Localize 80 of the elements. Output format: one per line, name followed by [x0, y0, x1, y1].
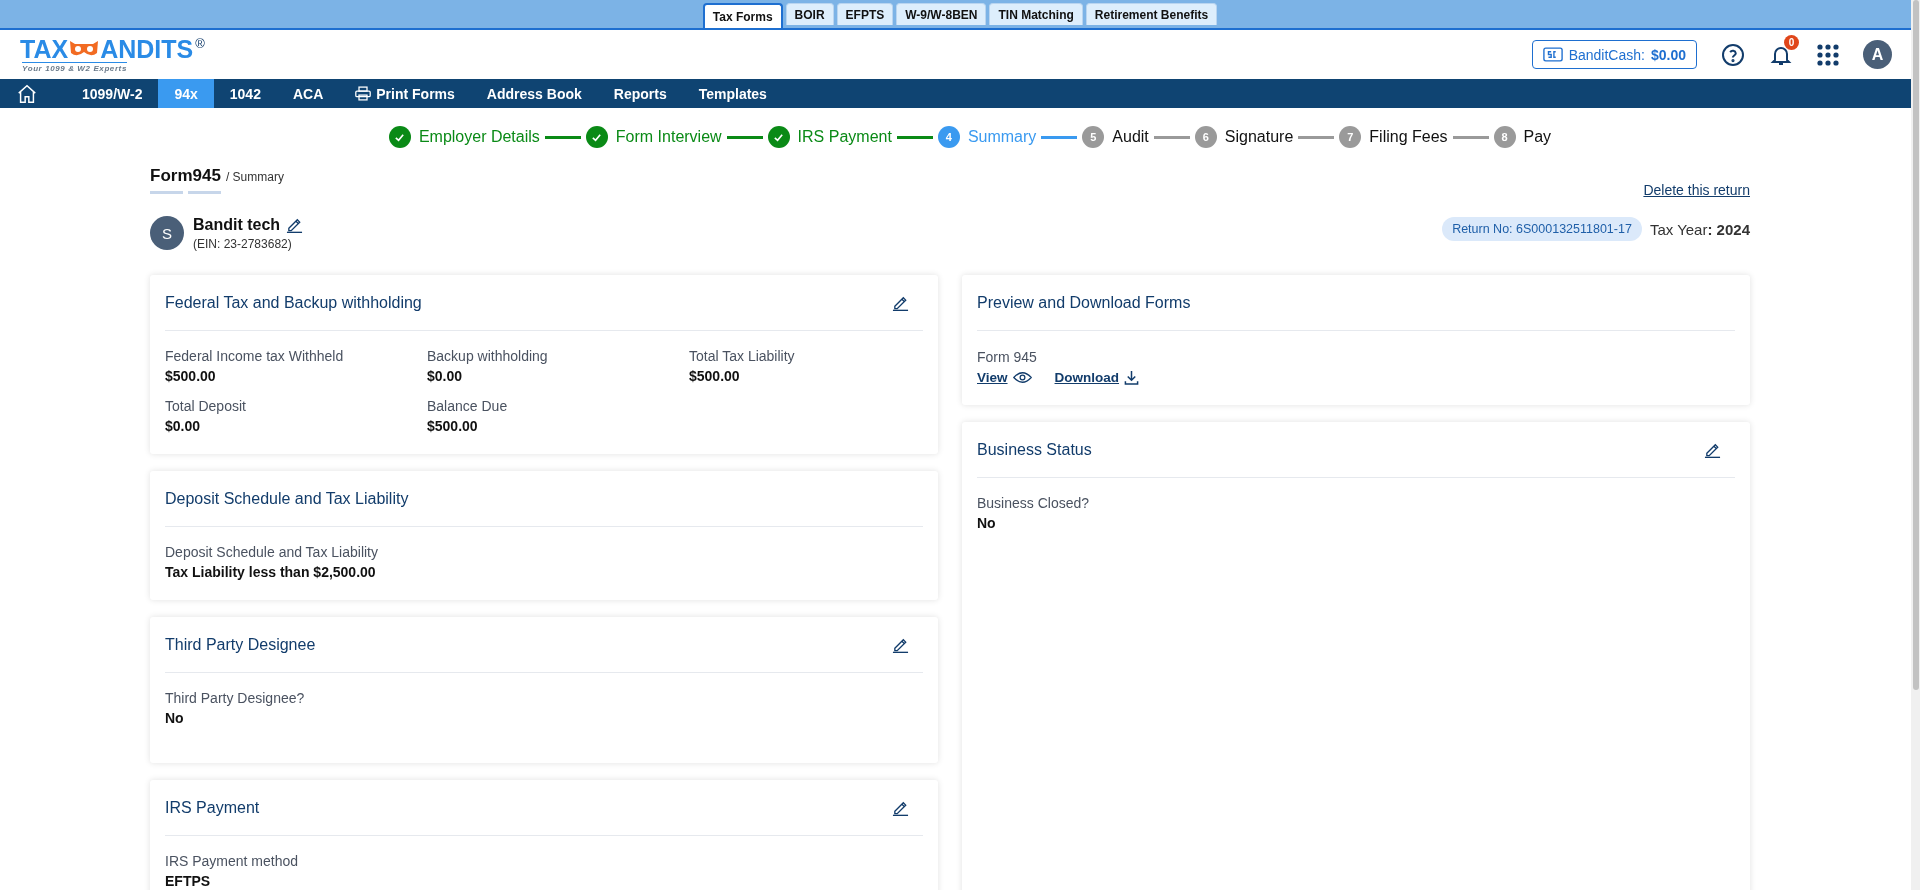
eye-icon[interactable]: [1012, 371, 1032, 384]
field-label: IRS Payment method: [165, 853, 300, 869]
printer-icon: [355, 86, 372, 101]
step-number: 7: [1339, 126, 1362, 148]
field-label: Balance Due: [427, 398, 509, 414]
return-number-badge: Return No: 6S000132511801-17: [1442, 217, 1642, 241]
logo-text: TAX: [20, 36, 69, 62]
field-value: EFTPS: [165, 873, 212, 889]
edit-icon[interactable]: [286, 216, 304, 233]
form-title: Form945: [150, 166, 221, 186]
product-tab[interactable]: BOIR: [785, 3, 834, 25]
edit-icon[interactable]: [1704, 441, 1721, 458]
nav-tab[interactable]: Print Forms: [339, 79, 471, 108]
home-icon: [16, 82, 38, 105]
field-label: Total Tax Liability: [689, 348, 796, 364]
field-value: $500.00: [689, 368, 741, 384]
field-label: Deposit Schedule and Tax Liability: [165, 544, 379, 560]
card-title: Business Status: [977, 440, 1092, 459]
nav-tab[interactable]: Templates: [682, 79, 783, 108]
payer-avatar: S: [150, 216, 184, 250]
step-label[interactable]: IRS Payment: [797, 128, 892, 146]
field-value: $500.00: [165, 368, 217, 384]
step-number: 4: [937, 126, 960, 148]
nav-tab[interactable]: ACA: [276, 79, 340, 108]
breadcrumb: / Summary: [225, 170, 284, 184]
step-number: 8: [1493, 126, 1516, 148]
edit-icon[interactable]: [892, 799, 909, 816]
delete-return-link[interactable]: Delete this return: [1643, 182, 1750, 198]
field-label: Federal Income tax Withheld: [165, 348, 345, 364]
card-title: Preview and Download Forms: [977, 293, 1191, 312]
card-title: Third Party Designee: [165, 635, 316, 654]
cash-icon: [1542, 47, 1563, 62]
scrollbar[interactable]: [1911, 0, 1920, 890]
field-value: $0.00: [427, 368, 464, 384]
step-label[interactable]: Filing Fees: [1369, 128, 1448, 146]
card-title: Federal Tax and Backup withholding: [165, 293, 422, 312]
apps-grid-icon[interactable]: [1817, 43, 1839, 66]
payer-name: Bandit tech: [193, 215, 281, 234]
view-link[interactable]: View: [977, 370, 1008, 385]
step-label[interactable]: Form Interview: [615, 128, 722, 146]
product-tab[interactable]: EFPTS: [836, 3, 894, 25]
field-label: Form 945: [977, 349, 1037, 365]
nav-tab[interactable]: 1099/W-2: [66, 79, 159, 108]
nav-tab[interactable]: Address Book: [470, 79, 598, 108]
nav-tab[interactable]: Reports: [597, 79, 683, 108]
edit-icon[interactable]: [892, 294, 909, 311]
field-value: No: [165, 710, 185, 726]
logo-tagline: Your 1099 & W2 Experts: [22, 62, 127, 73]
tax-year: Tax Year: 2024: [1649, 220, 1750, 238]
step-label[interactable]: Pay: [1523, 128, 1552, 146]
field-value: $0.00: [165, 418, 202, 434]
edit-icon[interactable]: [892, 636, 909, 653]
field-value: $500.00: [427, 418, 479, 434]
card-title: IRS Payment: [165, 798, 260, 817]
step-number: 5: [1082, 126, 1105, 148]
field-label: Backup withholding: [427, 348, 549, 364]
field-label: Business Closed?: [977, 495, 1091, 511]
field-value: Tax Liability less than $2,500.00: [165, 564, 377, 580]
download-icon[interactable]: [1124, 370, 1140, 385]
step-label[interactable]: Employer Details: [418, 128, 540, 146]
field-value: No: [977, 515, 997, 531]
logo-text: ANDITS: [100, 36, 194, 62]
field-label: Total Deposit: [165, 398, 247, 414]
product-tab[interactable]: Retirement Benefits: [1085, 3, 1218, 25]
user-avatar[interactable]: A: [1863, 40, 1892, 69]
card-title: Deposit Schedule and Tax Liability: [165, 489, 409, 508]
download-link[interactable]: Download: [1054, 370, 1120, 385]
field-label: Third Party Designee?: [165, 690, 306, 706]
step-label[interactable]: Audit: [1112, 128, 1149, 146]
product-tab[interactable]: Tax Forms: [702, 3, 783, 28]
bandit-cash-button[interactable]: BanditCash: $0.00: [1531, 40, 1697, 69]
help-icon[interactable]: [1721, 42, 1745, 67]
registered-mark: ®: [195, 36, 205, 51]
step-number: 6: [1194, 126, 1217, 148]
product-tab[interactable]: TIN Matching: [989, 3, 1083, 25]
ein-text: (EIN: 23-2783682): [193, 236, 293, 251]
nav-tab[interactable]: 1042: [213, 79, 277, 108]
product-tab[interactable]: W-9/W-8BEN: [896, 3, 987, 25]
notification-count: 0: [1784, 34, 1799, 50]
step-label[interactable]: Signature: [1224, 128, 1294, 146]
